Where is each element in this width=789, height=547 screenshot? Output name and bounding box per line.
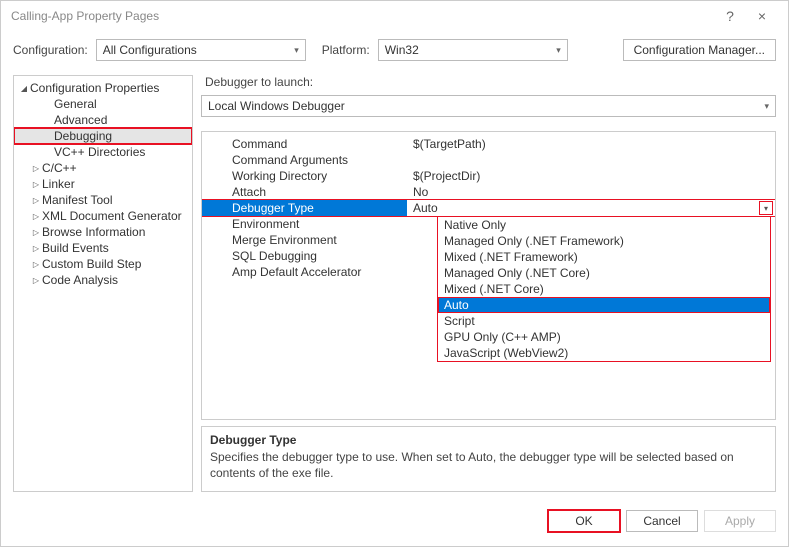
chevron-down-icon: ▾	[294, 45, 299, 56]
tree-root[interactable]: ◢ Configuration Properties	[14, 80, 192, 96]
tree-item-label: Manifest Tool	[42, 193, 112, 207]
property-key: Debugger Type	[202, 200, 407, 216]
tree-item-label: General	[54, 97, 97, 111]
expander-closed-icon[interactable]: ▷	[30, 164, 42, 173]
property-row[interactable]: Debugger Type Auto ▾	[202, 200, 775, 216]
tree-item[interactable]: General	[14, 96, 192, 112]
dropdown-item[interactable]: Managed Only (.NET Framework)	[438, 233, 770, 249]
configuration-label: Configuration:	[13, 43, 88, 57]
help-icon[interactable]: ?	[714, 8, 746, 24]
property-key: Attach	[202, 184, 407, 200]
expander-open-icon[interactable]: ◢	[18, 84, 30, 93]
expander-closed-icon[interactable]: ▷	[30, 180, 42, 189]
tree-item[interactable]: VC++ Directories	[14, 144, 192, 160]
chevron-down-icon: ▾	[764, 101, 769, 112]
configuration-combo[interactable]: All Configurations ▾	[96, 39, 306, 61]
dialog-footer: OK Cancel Apply	[1, 500, 788, 546]
tree-item-label: Custom Build Step	[42, 257, 141, 271]
tree-item-label: Browse Information	[42, 225, 145, 239]
tree-item-label: Code Analysis	[42, 273, 118, 287]
property-key: SQL Debugging	[202, 248, 407, 264]
property-value-text: Auto	[413, 201, 438, 215]
property-row[interactable]: Working Directory$(ProjectDir)	[202, 168, 775, 184]
tree-item-label: C/C++	[42, 161, 77, 175]
property-row[interactable]: Command Arguments	[202, 152, 775, 168]
chevron-down-icon[interactable]: ▾	[759, 201, 773, 215]
titlebar: Calling-App Property Pages ? ×	[1, 1, 788, 31]
property-grid[interactable]: Command$(TargetPath)Command ArgumentsWor…	[201, 131, 776, 420]
window-title: Calling-App Property Pages	[11, 9, 714, 23]
expander-closed-icon[interactable]: ▷	[30, 276, 42, 285]
tree-item[interactable]: Debugging	[14, 128, 192, 144]
property-key: Command Arguments	[202, 152, 407, 168]
description-title: Debugger Type	[210, 433, 767, 447]
property-key: Environment	[202, 216, 407, 232]
property-value-combo[interactable]: Auto ▾	[413, 200, 775, 216]
tree-item-label: Advanced	[54, 113, 107, 127]
config-row: Configuration: All Configurations ▾ Plat…	[1, 31, 788, 75]
tree-item-label: Linker	[42, 177, 75, 191]
dropdown-item[interactable]: Auto	[438, 297, 770, 313]
tree-item[interactable]: ▷Build Events	[14, 240, 192, 256]
tree-item-label: XML Document Generator	[42, 209, 182, 223]
dropdown-item[interactable]: GPU Only (C++ AMP)	[438, 329, 770, 345]
property-key: Amp Default Accelerator	[202, 264, 407, 280]
platform-combo[interactable]: Win32 ▾	[378, 39, 568, 61]
tree-item[interactable]: ▷Linker	[14, 176, 192, 192]
dropdown-item[interactable]: Native Only	[438, 217, 770, 233]
debugger-launch-label: Debugger to launch:	[205, 75, 776, 89]
close-icon[interactable]: ×	[746, 8, 778, 24]
property-key: Working Directory	[202, 168, 407, 184]
expander-closed-icon[interactable]: ▷	[30, 212, 42, 221]
property-row[interactable]: AttachNo	[202, 184, 775, 200]
dropdown-item[interactable]: JavaScript (WebView2)	[438, 345, 770, 361]
property-value[interactable]: $(TargetPath)	[407, 136, 775, 152]
tree-item-label: VC++ Directories	[54, 145, 145, 159]
config-tree[interactable]: ◢ Configuration Properties General Advanc…	[13, 75, 193, 492]
tree-item-label: Build Events	[42, 241, 109, 255]
debugger-launch-combo[interactable]: Local Windows Debugger ▾	[201, 95, 776, 117]
configuration-manager-button[interactable]: Configuration Manager...	[623, 39, 776, 61]
expander-closed-icon[interactable]: ▷	[30, 196, 42, 205]
property-value[interactable]: No	[407, 184, 775, 200]
tree-item-label: Debugging	[54, 129, 112, 143]
cancel-button[interactable]: Cancel	[626, 510, 698, 532]
tree-item[interactable]: ▷XML Document Generator	[14, 208, 192, 224]
property-value[interactable]: Auto ▾	[407, 200, 775, 216]
property-key: Merge Environment	[202, 232, 407, 248]
configuration-value: All Configurations	[103, 43, 197, 57]
dropdown-item[interactable]: Script	[438, 313, 770, 329]
tree-item[interactable]: ▷Browse Information	[14, 224, 192, 240]
debugger-type-dropdown[interactable]: Native OnlyManaged Only (.NET Framework)…	[437, 216, 771, 362]
property-value[interactable]	[407, 152, 775, 168]
expander-closed-icon[interactable]: ▷	[30, 260, 42, 269]
platform-value: Win32	[385, 43, 419, 57]
expander-closed-icon[interactable]: ▷	[30, 244, 42, 253]
platform-label: Platform:	[322, 43, 370, 57]
property-key: Command	[202, 136, 407, 152]
dropdown-item[interactable]: Mixed (.NET Core)	[438, 281, 770, 297]
main-area: ◢ Configuration Properties General Advanc…	[1, 75, 788, 500]
apply-button[interactable]: Apply	[704, 510, 776, 532]
property-value[interactable]: $(ProjectDir)	[407, 168, 775, 184]
ok-button[interactable]: OK	[548, 510, 620, 532]
dropdown-item[interactable]: Managed Only (.NET Core)	[438, 265, 770, 281]
debugger-launch-value: Local Windows Debugger	[208, 99, 345, 113]
tree-item[interactable]: ▷Custom Build Step	[14, 256, 192, 272]
chevron-down-icon: ▾	[556, 45, 561, 56]
tree-item[interactable]: ▷Manifest Tool	[14, 192, 192, 208]
property-row[interactable]: Command$(TargetPath)	[202, 136, 775, 152]
tree-item[interactable]: ▷Code Analysis	[14, 272, 192, 288]
description-text: Specifies the debugger type to use. When…	[210, 449, 767, 481]
tree-item[interactable]: Advanced	[14, 112, 192, 128]
expander-closed-icon[interactable]: ▷	[30, 228, 42, 237]
dropdown-item[interactable]: Mixed (.NET Framework)	[438, 249, 770, 265]
right-pane: Debugger to launch: Local Windows Debugg…	[201, 75, 776, 492]
description-panel: Debugger Type Specifies the debugger typ…	[201, 426, 776, 492]
tree-item[interactable]: ▷C/C++	[14, 160, 192, 176]
tree-root-label: Configuration Properties	[30, 81, 159, 95]
